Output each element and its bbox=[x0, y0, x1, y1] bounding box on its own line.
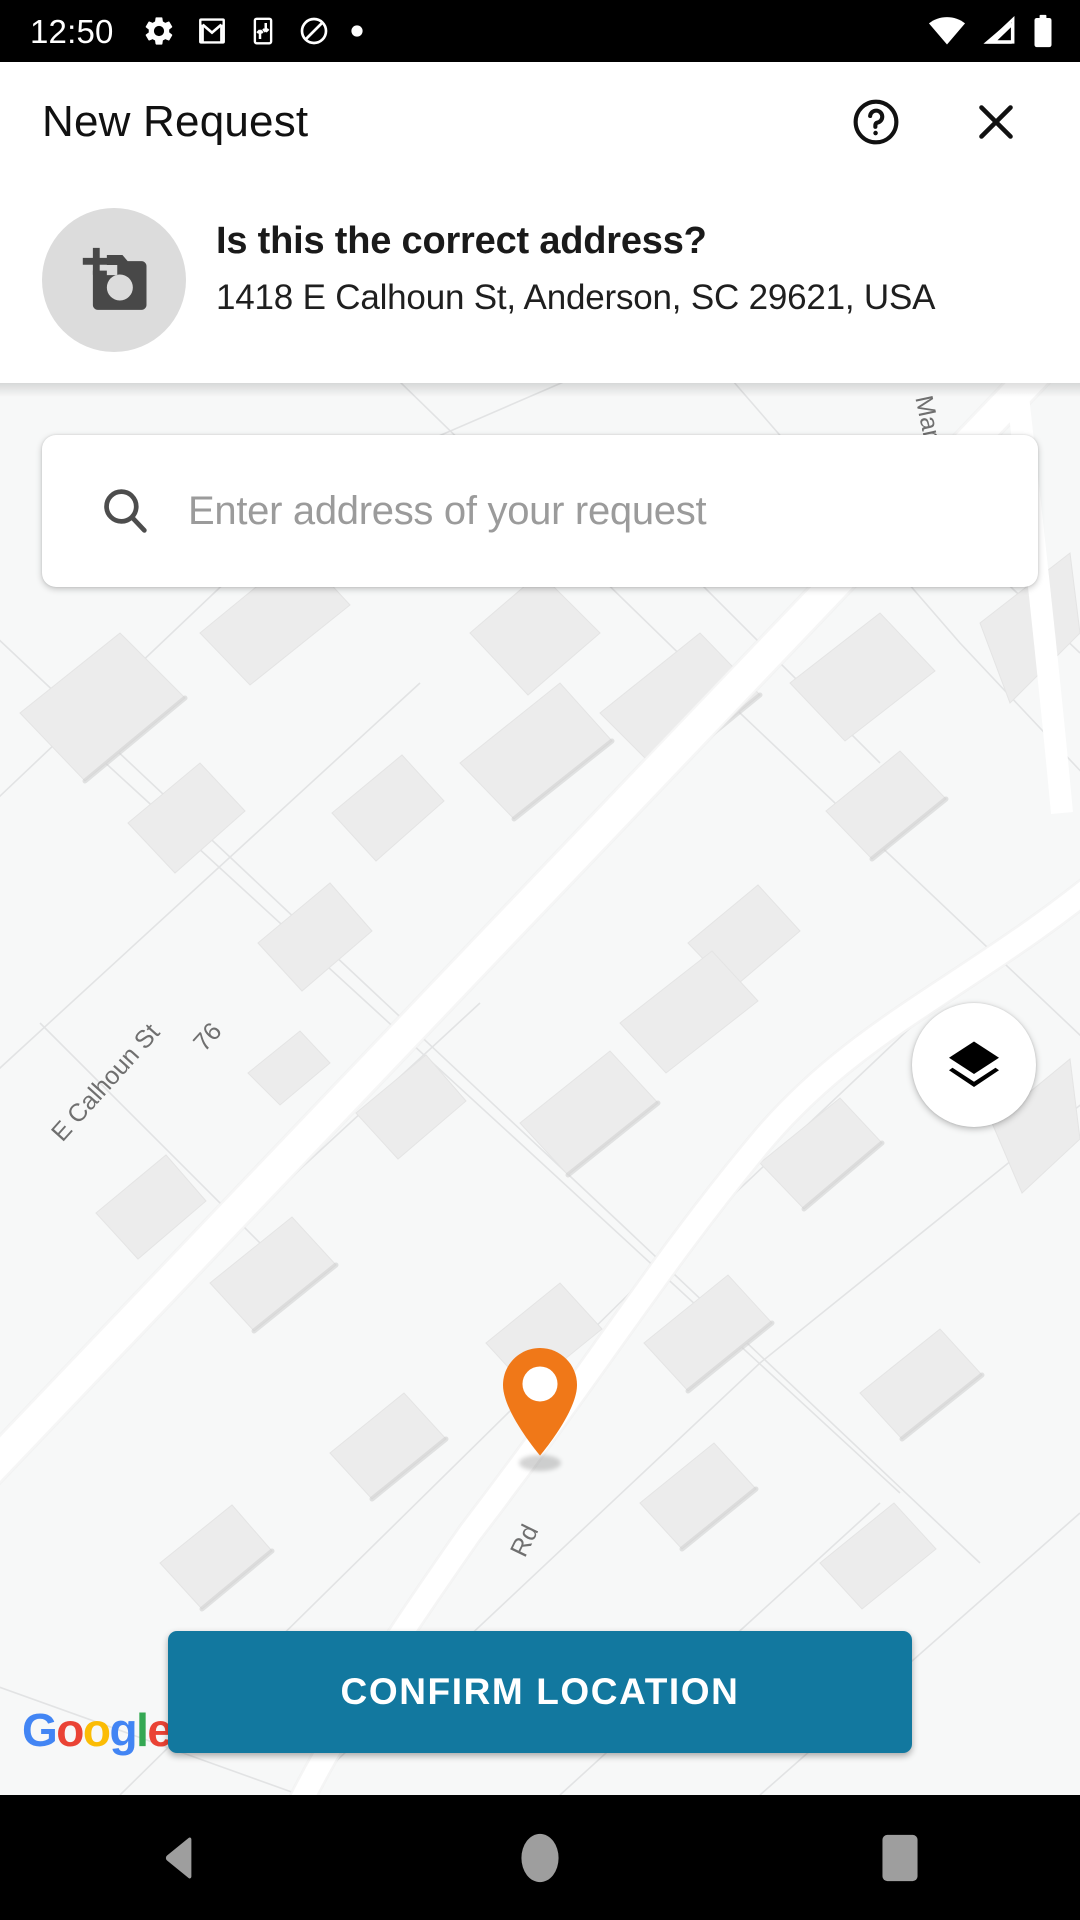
dot-icon bbox=[350, 25, 363, 37]
address-value: 1418 E Calhoun St, Anderson, SC 29621, U… bbox=[216, 277, 936, 317]
map-layers-button[interactable] bbox=[912, 1003, 1036, 1127]
do-not-disturb-icon bbox=[300, 17, 327, 45]
gmail-icon bbox=[198, 18, 225, 44]
address-search-box[interactable] bbox=[42, 435, 1038, 587]
address-question: Is this the correct address? bbox=[216, 220, 707, 262]
location-marker[interactable] bbox=[501, 1346, 579, 1463]
close-button[interactable] bbox=[968, 94, 1024, 150]
confirm-location-button[interactable]: CONFIRM LOCATION bbox=[168, 1631, 912, 1753]
add-a-photo-icon bbox=[82, 247, 147, 310]
phone-screen: 12:50 New Request Is this the correct ad… bbox=[0, 0, 1080, 1920]
google-letter-g: G bbox=[22, 1704, 58, 1756]
nav-home-button[interactable] bbox=[470, 1808, 610, 1908]
google-attribution: Google bbox=[22, 1704, 173, 1756]
nav-recents-button[interactable] bbox=[830, 1808, 970, 1908]
help-button[interactable] bbox=[848, 94, 904, 150]
status-notification-icons bbox=[142, 14, 364, 48]
settings-gear-icon bbox=[145, 17, 172, 45]
search-icon bbox=[104, 489, 147, 533]
address-text-group: Is this the correct address? 1418 E Calh… bbox=[216, 208, 936, 319]
close-icon bbox=[979, 105, 1013, 139]
status-clock: 12:50 bbox=[30, 12, 114, 50]
google-letter-g2: g bbox=[109, 1704, 138, 1756]
location-pin-icon bbox=[502, 1347, 578, 1456]
status-bar: 12:50 bbox=[0, 0, 1080, 62]
home-circle-icon bbox=[521, 1833, 559, 1882]
add-photo-button[interactable] bbox=[42, 208, 186, 352]
app-bar: New Request bbox=[0, 62, 1080, 182]
back-triangle-icon bbox=[165, 1837, 192, 1878]
recents-square-icon bbox=[882, 1834, 918, 1881]
google-letter-l: l bbox=[136, 1704, 149, 1756]
battery-icon bbox=[1034, 14, 1052, 48]
google-letter-o1: o bbox=[56, 1704, 84, 1756]
android-navigation-bar bbox=[0, 1795, 1080, 1920]
map-view[interactable]: Marshanks Ave 76 E Calhoun St Rd bbox=[0, 383, 1080, 1795]
google-letter-o2: o bbox=[82, 1704, 111, 1756]
wifi-icon bbox=[928, 17, 966, 45]
search-icon-wrap bbox=[98, 484, 152, 538]
cell-signal-icon bbox=[983, 16, 1015, 44]
search-input[interactable] bbox=[188, 488, 968, 534]
app-bar-actions bbox=[848, 94, 1024, 150]
nav-back-button[interactable] bbox=[110, 1808, 250, 1908]
status-system-icons bbox=[928, 14, 1054, 48]
address-confirmation-block: Is this the correct address? 1418 E Calh… bbox=[0, 182, 1080, 383]
help-circle-icon bbox=[853, 99, 899, 145]
layers-icon bbox=[949, 1041, 999, 1087]
page-title: New Request bbox=[42, 97, 309, 146]
sync-download-icon bbox=[253, 17, 272, 45]
